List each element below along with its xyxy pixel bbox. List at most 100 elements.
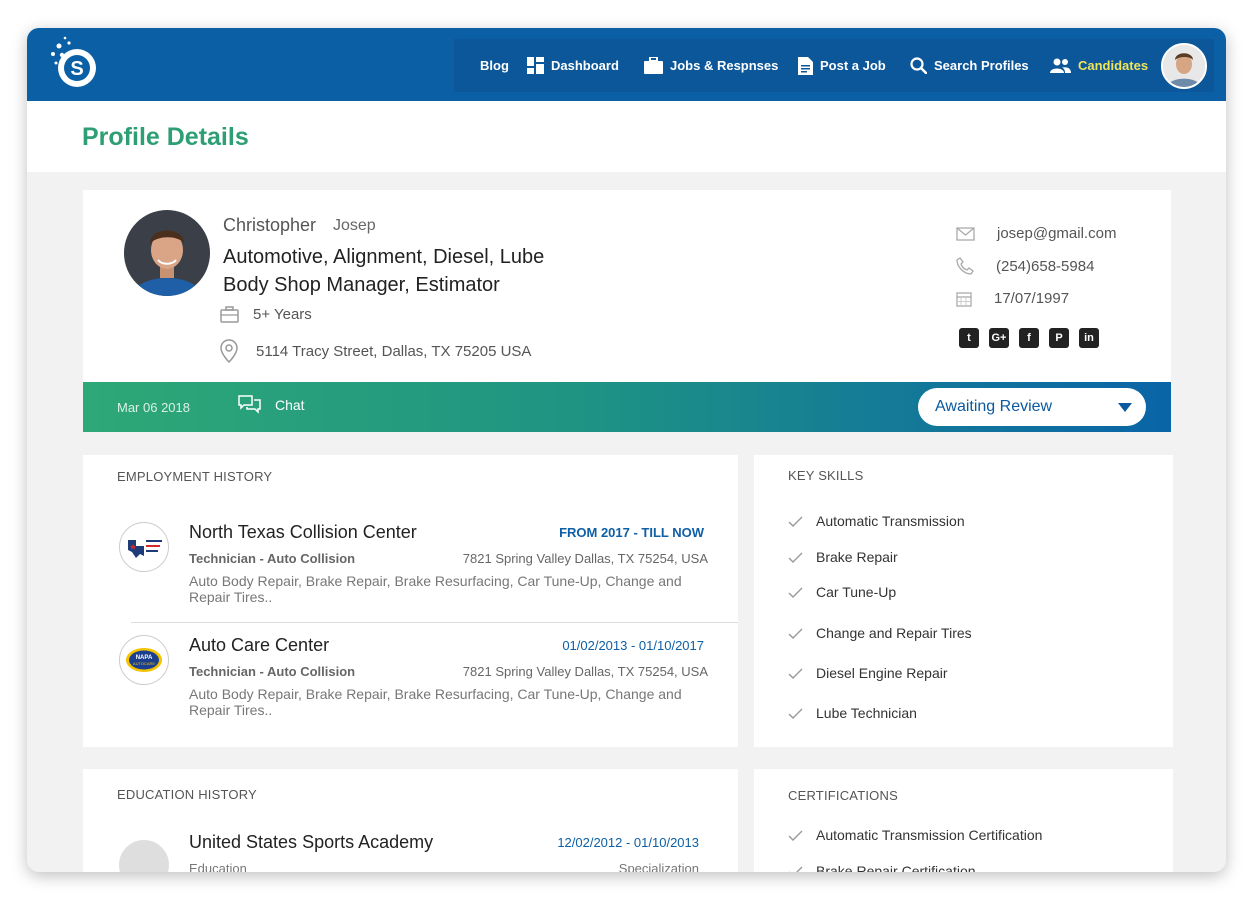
job-role: Technician - Auto Collision [189,664,356,679]
check-icon [788,830,803,841]
nav-item-label: Search Profiles [934,58,1029,73]
skill-item: Brake Repair [788,549,898,565]
employment-history-panel: EMPLOYMENT HISTORY North Texas Collision… [83,455,738,747]
school-name: United States Sports Academy [189,832,434,852]
skill-item: Car Tune-Up [788,584,896,600]
nav-item-dashboard[interactable]: Dashboard [527,39,619,92]
company-logo [119,522,169,572]
app-window: S Blog Dashboard Jobs & Respnses Post a … [27,28,1226,872]
facebook-icon[interactable]: f [1019,328,1039,348]
job-description: Auto Body Repair, Brake Repair, Brake Re… [189,686,682,718]
pinterest-icon[interactable]: P [1049,328,1069,348]
brand-logo-icon[interactable]: S [47,36,101,88]
check-icon [788,552,803,563]
education-label: Education [189,861,247,872]
company-name: Auto Care Center [189,635,330,655]
check-icon [788,516,803,527]
candidate-last-name: Josep [333,217,376,234]
check-icon [788,587,803,598]
briefcase-icon [644,57,663,74]
nav-item-post-job[interactable]: Post a Job [798,39,886,92]
google-plus-icon[interactable]: G+ [989,328,1009,348]
education-history-title: EDUCATION HISTORY [117,787,257,802]
dashboard-icon [527,57,544,74]
check-icon [788,866,803,872]
address-text: 5114 Tracy Street, Dallas, TX 75205 USA [256,342,532,360]
nav-item-label: Blog [480,58,509,73]
chat-icon [238,395,261,414]
skill-label: Car Tune-Up [816,584,897,600]
job-role: Technician - Auto Collision [189,551,356,566]
experience-row: 5+ Years [220,306,312,323]
twitter-icon[interactable]: t [959,328,979,348]
email-row: josep@gmail.com [956,225,1116,242]
skill-label: Diesel Engine Repair [816,665,948,681]
candidate-avatar [124,210,210,296]
document-icon [798,56,813,75]
skill-item: Lube Technician [788,705,917,721]
certifications-panel: CERTIFICATIONS Automatic Transmission Ce… [754,769,1173,872]
school-logo [119,840,169,872]
skill-item: Automatic Transmission [788,513,965,529]
certification-label: Brake Repair Certification [816,863,976,872]
education-period: 12/02/2012 - 01/10/2013 [557,835,699,850]
page-title: Profile Details [82,123,249,151]
status-value: Awaiting Review [935,398,1053,415]
job-period: FROM 2017 - TILL NOW [559,525,704,540]
page-header: Profile Details [27,101,1226,172]
check-icon [788,668,803,679]
check-icon [788,708,803,719]
job-entry: NAPA AUTOCARE Auto Care Center 01/02/201… [119,635,714,725]
main-nav: Blog Dashboard Jobs & Respnses Post a Jo… [454,39,1214,92]
search-icon [910,57,927,74]
job-address: 7821 Spring Valley Dallas, TX 75254, USA [462,551,708,566]
chat-label: Chat [275,397,305,413]
nav-item-label: Jobs & Respnses [670,58,779,73]
skill-label: Change and Repair Tires [816,625,972,641]
address-row: 5114 Tracy Street, Dallas, TX 75205 USA [220,339,531,363]
nav-item-label: Dashboard [551,58,619,73]
location-pin-icon [220,339,238,363]
dob-row: 17/07/1997 [956,290,1069,307]
skill-item: Diesel Engine Repair [788,665,948,681]
users-icon [1050,58,1071,73]
headline-line: Automotive, Alignment, Diesel, Lube [223,246,545,268]
email-icon [956,226,975,241]
user-avatar[interactable] [1161,43,1207,89]
chat-button[interactable]: Chat [238,395,305,415]
certification-item: Brake Repair Certification [788,863,976,872]
job-period: 01/02/2013 - 01/10/2017 [562,638,704,653]
nav-item-blog[interactable]: Blog [480,39,509,92]
svg-text:S: S [70,58,83,80]
calendar-icon [956,291,972,307]
company-name: North Texas Collision Center [189,522,417,542]
job-entry: North Texas Collision Center FROM 2017 -… [119,522,714,612]
phone-text[interactable]: (254)658-5984 [996,258,1094,275]
headline-line: Body Shop Manager, Estimator [223,274,500,296]
specialization-label: Specialization [618,861,699,872]
job-description: Auto Body Repair, Brake Repair, Brake Re… [189,573,682,605]
key-skills-panel: KEY SKILLS Automatic Transmission Brake … [754,455,1173,747]
company-logo: NAPA AUTOCARE [119,635,169,685]
email-text[interactable]: josep@gmail.com [997,225,1116,242]
certification-item: Automatic Transmission Certification [788,827,1042,843]
briefcase-icon [220,306,239,323]
profile-card: Christopher Josep Automotive, Alignment,… [83,190,1171,382]
nav-item-search-profiles[interactable]: Search Profiles [910,39,1029,92]
skill-label: Lube Technician [816,705,917,721]
top-navigation-bar: S Blog Dashboard Jobs & Respnses Post a … [27,28,1226,101]
nav-item-jobs[interactable]: Jobs & Respnses [644,39,778,92]
job-divider [131,622,738,623]
skill-label: Automatic Transmission [816,513,965,529]
phone-icon [956,257,974,275]
dob-text: 17/07/1997 [994,290,1070,307]
skill-item: Change and Repair Tires [788,625,972,641]
nav-item-candidates[interactable]: Candidates [1050,39,1148,92]
skill-label: Brake Repair [816,549,898,565]
profile-status-bar: Mar 06 2018 Chat Awaiting Review [83,382,1171,432]
education-entry: United States Sports Academy 12/02/2012 … [119,832,714,872]
linkedin-icon[interactable]: in [1079,328,1099,348]
social-links: t G+ f P in [959,328,1099,348]
nav-item-label: Post a Job [820,58,886,73]
status-dropdown[interactable]: Awaiting Review [918,388,1146,426]
